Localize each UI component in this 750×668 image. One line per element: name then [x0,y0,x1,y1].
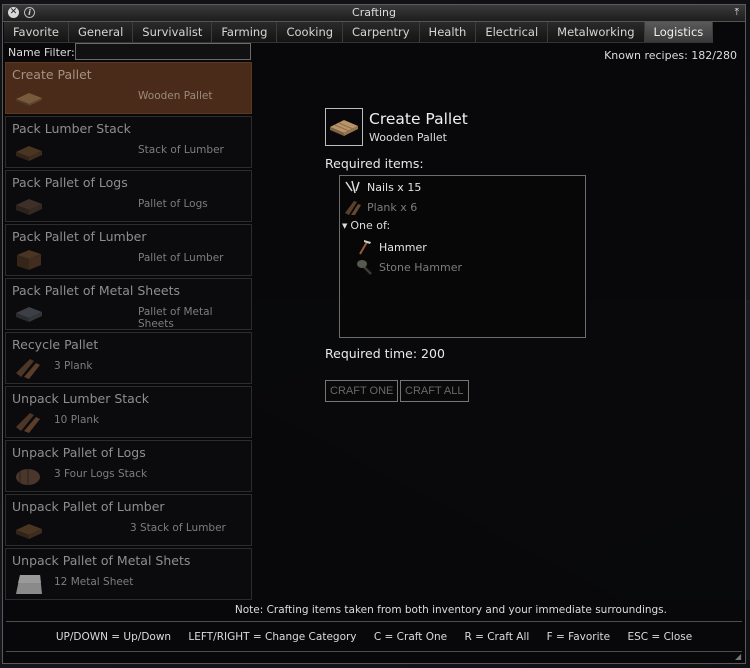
recipe-name: Unpack Pallet of Lumber [12,499,165,514]
pallet-icon [330,120,358,136]
lumber-stack-icon [16,146,42,161]
recipe-result: Pallet of Lumber [138,252,224,264]
resize-handle-icon[interactable]: ◢ [735,653,743,661]
recipe-name: Unpack Pallet of Logs [12,445,146,460]
recipe-name: Pack Pallet of Metal Sheets [12,283,181,298]
recipe-name: Pack Lumber Stack [12,121,131,136]
required-item: Stone Hammer [356,259,462,275]
recipe-item[interactable]: Create Pallet Wooden Pallet [5,62,252,114]
tab-metalworking[interactable]: Metalworking [548,22,645,43]
required-time: Required time: 200 [325,346,445,361]
lumber-pallet-icon [17,250,41,270]
recipe-item[interactable]: Pack Lumber Stack Stack of Lumber [5,116,252,168]
recipe-name: Unpack Lumber Stack [12,391,149,406]
required-item-label: Plank x 6 [367,200,418,214]
recipe-item[interactable]: Unpack Pallet of Metal Shets 12 Metal Sh… [5,548,252,600]
selected-recipe-title: Create Pallet [369,110,468,128]
recipe-result: 3 Plank [54,360,93,372]
stone-hammer-icon [356,259,374,275]
selected-recipe-icon [325,108,363,146]
required-items-label: Required items: [325,156,424,171]
lumber-stack-icon [16,524,42,539]
recipe-name: Pack Pallet of Logs [12,175,128,190]
required-item: Plank x 6 [344,199,417,215]
craft-one-button[interactable]: CRAFT ONE [325,380,399,402]
nails-icon [344,179,362,195]
tab-farming[interactable]: Farming [212,22,278,43]
tab-health[interactable]: Health [419,22,477,43]
recipe-result: 3 Four Logs Stack [54,468,148,480]
title-bar[interactable]: ✕ i Crafting ⤒ [3,5,745,22]
known-recipes-count: Known recipes: 182/280 [604,49,737,62]
required-items-list: Nails x 15 Plank x 6 ▼ One of: Hammer St… [339,175,586,338]
hotkey-craft-all: R = Craft All [464,631,530,643]
hotkey-close: ESC = Close [627,631,693,643]
category-tabs: Favorite General Survivalist Farming Coo… [4,22,714,43]
plank-icon [344,199,362,215]
divider [6,651,742,652]
recipe-item[interactable]: Pack Pallet of Lumber Pallet of Lumber [5,224,252,276]
metal-pallet-icon [16,307,42,322]
required-item: Nails x 15 [344,179,421,195]
recipe-list: Create Pallet Wooden Pallet Pack Lumber … [5,62,252,602]
recipe-name: Recycle Pallet [12,337,99,352]
selected-recipe-result: Wooden Pallet [369,131,447,144]
tab-electrical[interactable]: Electrical [476,22,549,43]
craft-all-button[interactable]: CRAFT ALL [400,380,469,402]
recipe-result: Wooden Pallet [138,90,213,102]
required-item-label: Stone Hammer [379,260,462,274]
tab-logistics[interactable]: Logistics [644,22,714,43]
window-title: Crafting [352,6,396,19]
one-of-group[interactable]: ▼ One of: [342,219,390,232]
recipe-result: Pallet of Logs [138,198,208,210]
recipe-result: Stack of Lumber [138,144,224,156]
recipe-item[interactable]: Pack Pallet of Metal Sheets Pallet of Me… [5,278,252,330]
recipe-name: Pack Pallet of Lumber [12,229,147,244]
required-item: Hammer [356,239,427,255]
recipe-item[interactable]: Pack Pallet of Logs Pallet of Logs [5,170,252,222]
hotkey-legend: UP/DOWN = Up/Down LEFT/RIGHT = Change Ca… [3,631,745,643]
logs-icon [16,469,40,485]
recipe-result: 10 Plank [54,414,100,426]
one-of-label: One of: [350,219,391,232]
pin-icon[interactable]: ⤒ [735,7,739,18]
hotkey-leftright: LEFT/RIGHT = Change Category [188,631,357,643]
recipe-item[interactable]: Unpack Lumber Stack 10 Plank [5,386,252,438]
hotkey-updown: UP/DOWN = Up/Down [55,631,172,643]
required-item-label: Hammer [379,240,427,254]
tab-favorite[interactable]: Favorite [4,22,69,43]
recipe-item[interactable]: Unpack Pallet of Logs 3 Four Logs Stack [5,440,252,492]
divider [6,621,742,622]
recipe-result: Pallet of Metal Sheets [138,306,213,330]
recipe-name: Create Pallet [12,67,92,82]
log-pallet-icon [16,199,42,215]
crafting-note: Note: Crafting items taken from both inv… [234,604,667,616]
tab-cooking[interactable]: Cooking [277,22,344,43]
recipe-item[interactable]: Recycle Pallet 3 Plank [5,332,252,384]
hammer-icon [356,239,374,255]
hotkey-favorite: F = Favorite [546,631,611,643]
triangle-down-icon[interactable]: ▼ [342,222,347,230]
recipe-name: Unpack Pallet of Metal Shets [12,553,191,568]
pallet-icon [16,93,42,106]
tab-general[interactable]: General [68,22,134,43]
hotkey-craft-one: C = Craft One [373,631,448,643]
metal-sheet-icon [16,575,42,594]
recipe-result: 12 Metal Sheet [54,576,134,588]
recipe-result: 3 Stack of Lumber [130,522,226,534]
required-item-label: Nails x 15 [367,180,422,194]
name-filter-input[interactable] [75,43,251,60]
name-filter-label: Name Filter: [8,46,75,59]
plank-icon [16,359,40,379]
crafting-window: ✕ i Crafting ⤒ Favorite General Survival… [2,4,746,664]
recipe-item[interactable]: Unpack Pallet of Lumber 3 Stack of Lumbe… [5,494,252,546]
tab-carpentry[interactable]: Carpentry [343,22,420,43]
tab-survivalist[interactable]: Survivalist [133,22,213,43]
plank-icon [16,413,40,433]
